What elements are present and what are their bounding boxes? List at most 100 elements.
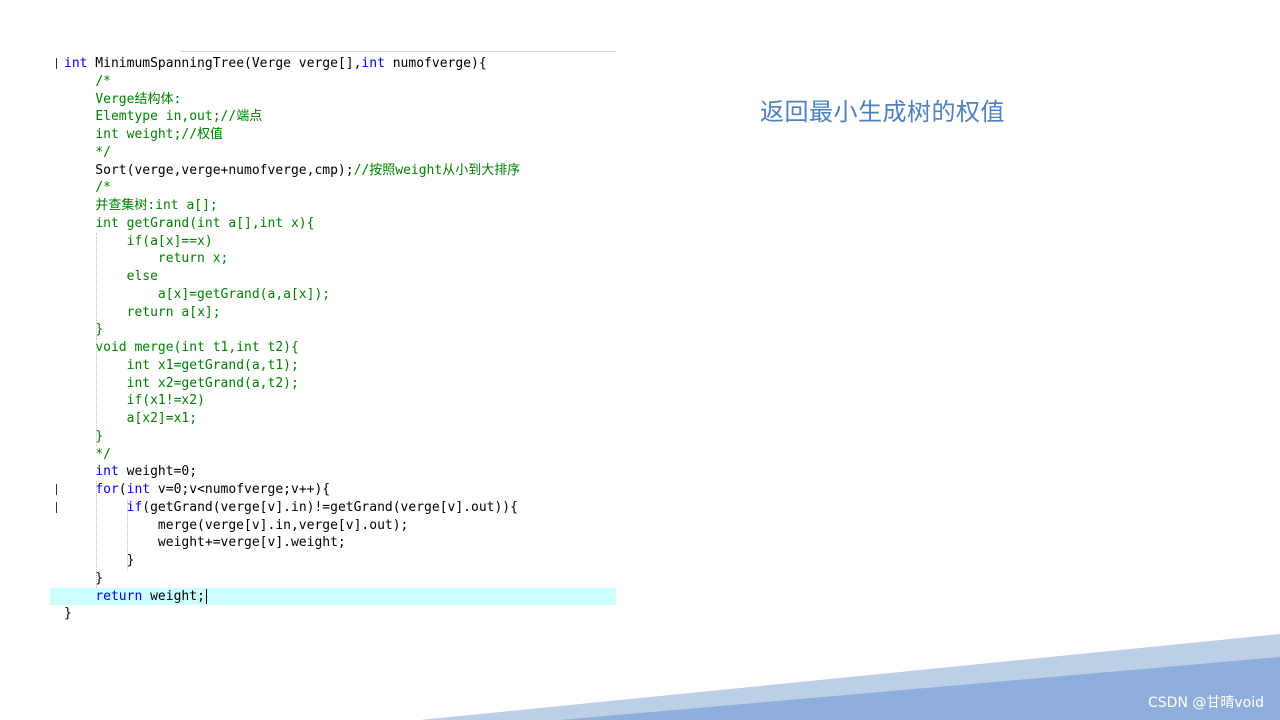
code-text: else (64, 269, 158, 284)
code-text: void merge(int t1,int t2){ (64, 340, 299, 355)
code-text: */ (64, 145, 111, 160)
code-token: merge(verge[v].in,verge[v].out); (64, 517, 409, 533)
code-comment: return x; (157, 251, 229, 267)
code-text: a[x2]=x1; (64, 411, 197, 426)
code-text: Elemtype in,out;//端点 (64, 109, 262, 124)
code-comment: */ (95, 446, 111, 462)
code-token: v=0;v<numofverge;v++){ (150, 482, 331, 497)
code-line[interactable]: } (50, 428, 616, 446)
code-line[interactable]: } (50, 552, 616, 570)
code-text: return a[x]; (64, 305, 221, 320)
code-comment: a[x2]=x1; (126, 411, 198, 426)
code-token: Sort(verge,verge+numofverge,cmp); (64, 162, 354, 178)
text-cursor (205, 588, 207, 604)
code-line[interactable]: */ (50, 446, 616, 464)
code-text: int x1=getGrand(a,t1); (64, 358, 299, 373)
code-text: int getGrand(int a[],int x){ (64, 216, 314, 231)
code-line[interactable]: merge(verge[v].in,verge[v].out); (50, 517, 616, 535)
code-line[interactable]: Verge结构体: (50, 91, 616, 109)
slide: int MinimumSpanningTree(Verge verge[],in… (0, 0, 1280, 720)
code-token: } (64, 570, 104, 586)
code-line[interactable]: else (50, 268, 616, 286)
code-line[interactable]: int weight;//权值 (50, 126, 616, 144)
code-text: int x2=getGrand(a,t2); (64, 376, 299, 391)
code-text: /* (64, 180, 111, 195)
code-line[interactable]: int MinimumSpanningTree(Verge verge[],in… (50, 55, 616, 73)
code-line[interactable]: a[x]=getGrand(a,a[x]); (50, 286, 616, 304)
code-line[interactable]: if(getGrand(verge[v].in)!=getGrand(verge… (50, 499, 616, 517)
code-comment: //按照weight从小到大排序 (353, 162, 521, 178)
code-line[interactable]: /* (50, 73, 616, 91)
code-text: return x; (64, 251, 228, 266)
code-line[interactable]: */ (50, 144, 616, 162)
code-text: int weight;//权值 (64, 127, 223, 142)
code-text: } (64, 429, 103, 444)
code-line[interactable]: if(x1!=x2) (50, 392, 616, 410)
code-line[interactable]: } (50, 605, 616, 623)
code-token: (getGrand(verge[v].in)!=getGrand(verge[v… (142, 499, 518, 515)
code-comment: a[x]=getGrand(a,a[x]); (157, 286, 331, 302)
code-token: weight=0; (118, 464, 198, 480)
code-line[interactable]: 并查集树:int a[]; (50, 197, 616, 215)
code-token: weight; (142, 588, 205, 604)
code-text: } (64, 553, 135, 568)
indent-guide (127, 498, 128, 570)
code-comment: int x2=getGrand(a,t2); (126, 375, 299, 391)
csdn-watermark: CSDN @甘晴void (1148, 695, 1264, 711)
editor-top-border (180, 51, 616, 52)
code-line[interactable]: Sort(verge,verge+numofverge,cmp);//按照wei… (50, 162, 616, 180)
code-comment: if(a[x]==x) (126, 233, 213, 249)
change-marker (56, 484, 57, 495)
change-marker (56, 501, 57, 513)
code-text: */ (64, 447, 111, 462)
code-text: merge(verge[v].in,verge[v].out); (64, 518, 408, 533)
code-text: } (64, 322, 103, 337)
code-token: } (64, 553, 135, 568)
code-line[interactable]: void merge(int t1,int t2){ (50, 339, 616, 357)
code-text: } (64, 571, 103, 586)
code-line[interactable]: weight+=verge[v].weight; (50, 534, 616, 552)
indent-guide (95, 232, 97, 339)
code-line[interactable]: if(a[x]==x) (50, 233, 616, 251)
code-comment: if(x1!=x2) (126, 393, 205, 409)
code-line[interactable]: return x; (50, 250, 616, 268)
code-line[interactable]: int getGrand(int a[],int x){ (50, 215, 616, 233)
code-comment: int getGrand(int a[],int x){ (95, 215, 315, 231)
code-line[interactable]: for(int v=0;v<numofverge;v++){ (50, 481, 616, 499)
code-editor[interactable]: int MinimumSpanningTree(Verge verge[],in… (50, 51, 616, 621)
code-comment: void merge(int t1,int t2){ (95, 340, 299, 355)
indent-guide (95, 481, 97, 588)
code-line[interactable]: int x2=getGrand(a,t2); (50, 375, 616, 393)
code-keyword: return (95, 588, 143, 604)
code-keyword: int (126, 482, 151, 497)
code-line-current[interactable]: return weight; (50, 587, 616, 606)
code-keyword: if (126, 499, 143, 515)
code-comment: 并查集树:int a[]; (95, 198, 218, 213)
code-line[interactable]: a[x2]=x1; (50, 410, 616, 428)
code-text: } (64, 606, 72, 621)
code-comment: /* (95, 73, 111, 89)
code-text: Verge结构体: (64, 92, 181, 107)
code-line[interactable]: } (50, 321, 616, 339)
code-line[interactable]: return a[x]; (50, 304, 616, 322)
code-line[interactable]: int weight=0; (50, 463, 616, 481)
code-listing: int MinimumSpanningTree(Verge verge[],in… (50, 55, 616, 623)
code-text: a[x]=getGrand(a,a[x]); (64, 287, 330, 302)
code-line[interactable]: Elemtype in,out;//端点 (50, 108, 616, 126)
code-comment: else (126, 269, 158, 284)
code-line[interactable]: } (50, 570, 616, 588)
code-text: for(int v=0;v<numofverge;v++){ (64, 482, 330, 497)
code-line[interactable]: /* (50, 179, 616, 197)
code-line[interactable]: int x1=getGrand(a,t1); (50, 357, 616, 375)
